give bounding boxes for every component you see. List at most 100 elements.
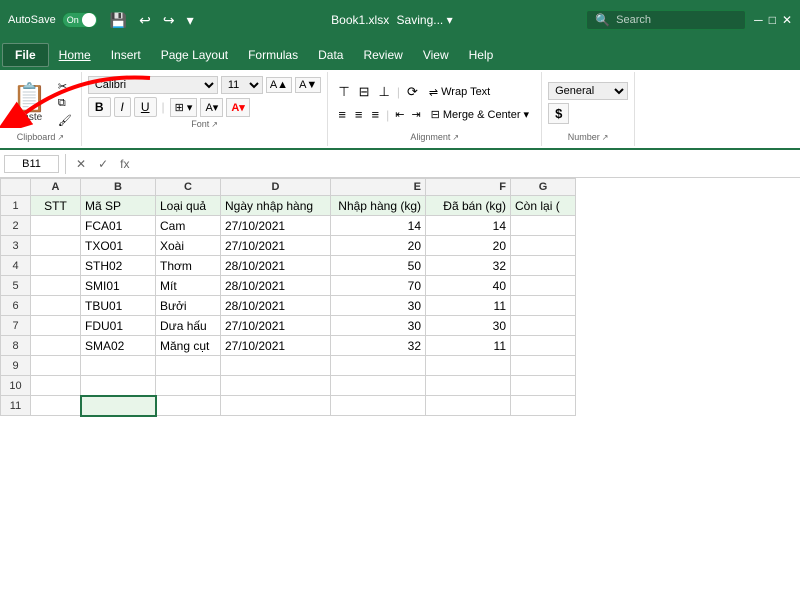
cell-r9-c1[interactable] xyxy=(31,356,81,376)
row-header-6[interactable]: 6 xyxy=(1,296,31,316)
cell-r1-c3[interactable]: Loại quả xyxy=(156,196,221,216)
cancel-formula-icon[interactable]: ✕ xyxy=(72,155,90,173)
indent-increase-button[interactable]: ⇥ xyxy=(408,107,423,122)
number-expand-icon[interactable]: ↗ xyxy=(602,133,609,142)
cell-r3-c4[interactable]: 27/10/2021 xyxy=(221,236,331,256)
search-box[interactable]: 🔍 xyxy=(586,10,746,30)
cell-r7-c4[interactable]: 27/10/2021 xyxy=(221,316,331,336)
merge-center-button[interactable]: ⊟ Merge & Center ▾ xyxy=(425,106,535,123)
cell-r2-c2[interactable]: FCA01 xyxy=(81,216,156,236)
close-icon[interactable]: ✕ xyxy=(782,13,792,27)
align-middle-button[interactable]: ⊟ xyxy=(355,82,374,102)
number-format-select[interactable]: General xyxy=(548,82,628,100)
align-top-button[interactable]: ⊤ xyxy=(334,82,353,102)
cell-r5-c4[interactable]: 28/10/2021 xyxy=(221,276,331,296)
menu-view[interactable]: View xyxy=(413,44,459,66)
cell-r11-c1[interactable] xyxy=(31,396,81,416)
cell-r2-c7[interactable] xyxy=(511,216,576,236)
font-family-select[interactable]: Calibri xyxy=(88,76,218,94)
cell-r9-c4[interactable] xyxy=(221,356,331,376)
menu-file[interactable]: File xyxy=(2,43,49,67)
cell-r7-c3[interactable]: Dưa hấu xyxy=(156,316,221,336)
cell-r1-c4[interactable]: Ngày nhập hàng xyxy=(221,196,331,216)
cell-r8-c3[interactable]: Măng cụt xyxy=(156,336,221,356)
border-button[interactable]: ⊞ ▾ xyxy=(170,98,198,117)
fill-color-button[interactable]: A▾ xyxy=(200,98,223,117)
row-header-2[interactable]: 2 xyxy=(1,216,31,236)
cell-r7-c1[interactable] xyxy=(31,316,81,336)
cell-r8-c2[interactable]: SMA02 xyxy=(81,336,156,356)
copy-button[interactable]: ⧉ xyxy=(55,96,75,111)
menu-data[interactable]: Data xyxy=(308,44,353,66)
cut-button[interactable]: ✂ xyxy=(55,79,75,94)
cell-r2-c6[interactable]: 14 xyxy=(426,216,511,236)
cell-r9-c7[interactable] xyxy=(511,356,576,376)
cell-r10-c1[interactable] xyxy=(31,376,81,396)
underline-button[interactable]: U xyxy=(134,97,157,117)
redo-icon[interactable]: ↪ xyxy=(159,10,179,31)
cell-r1-c1[interactable]: STT xyxy=(31,196,81,216)
cell-r8-c6[interactable]: 11 xyxy=(426,336,511,356)
cell-r9-c2[interactable] xyxy=(81,356,156,376)
menu-insert[interactable]: Insert xyxy=(101,44,151,66)
cell-r8-c7[interactable] xyxy=(511,336,576,356)
cell-r3-c5[interactable]: 20 xyxy=(331,236,426,256)
insert-function-icon[interactable]: fx xyxy=(116,155,133,173)
align-left-button[interactable]: ≡ xyxy=(334,105,350,124)
cell-r9-c6[interactable] xyxy=(426,356,511,376)
cell-r4-c2[interactable]: STH02 xyxy=(81,256,156,276)
cell-r1-c7[interactable]: Còn lại ( xyxy=(511,196,576,216)
cell-r6-c7[interactable] xyxy=(511,296,576,316)
col-header-g[interactable]: G xyxy=(511,179,576,196)
italic-button[interactable]: I xyxy=(114,97,131,117)
cell-r7-c2[interactable]: FDU01 xyxy=(81,316,156,336)
cell-r8-c5[interactable]: 32 xyxy=(331,336,426,356)
indent-decrease-button[interactable]: ⇤ xyxy=(392,107,407,122)
menu-formulas[interactable]: Formulas xyxy=(238,44,308,66)
cell-r11-c6[interactable] xyxy=(426,396,511,416)
cell-r6-c2[interactable]: TBU01 xyxy=(81,296,156,316)
cell-r1-c5[interactable]: Nhập hàng (kg) xyxy=(331,196,426,216)
cell-r2-c5[interactable]: 14 xyxy=(331,216,426,236)
cell-r6-c4[interactable]: 28/10/2021 xyxy=(221,296,331,316)
cell-r5-c2[interactable]: SMI01 xyxy=(81,276,156,296)
cell-r4-c3[interactable]: Thơm xyxy=(156,256,221,276)
cell-r10-c2[interactable] xyxy=(81,376,156,396)
alignment-expand-icon[interactable]: ↗ xyxy=(452,133,459,142)
font-size-select[interactable]: 11 xyxy=(221,76,263,94)
row-header-4[interactable]: 4 xyxy=(1,256,31,276)
col-header-b[interactable]: B xyxy=(81,179,156,196)
clipboard-expand-icon[interactable]: ↗ xyxy=(57,133,64,142)
row-header-8[interactable]: 8 xyxy=(1,336,31,356)
cell-r6-c1[interactable] xyxy=(31,296,81,316)
col-header-d[interactable]: D xyxy=(221,179,331,196)
cell-r2-c4[interactable]: 27/10/2021 xyxy=(221,216,331,236)
cell-r7-c7[interactable] xyxy=(511,316,576,336)
font-color-button[interactable]: A▾ xyxy=(226,98,249,117)
undo-icon[interactable]: ↩ xyxy=(135,10,155,31)
minimize-icon[interactable]: ─ xyxy=(754,13,763,27)
menu-home[interactable]: Home xyxy=(49,44,101,66)
restore-icon[interactable]: □ xyxy=(769,13,776,27)
cell-r10-c7[interactable] xyxy=(511,376,576,396)
currency-button[interactable]: $ xyxy=(548,103,569,124)
autosave-toggle[interactable]: On xyxy=(62,12,98,28)
formula-input[interactable] xyxy=(137,155,796,173)
cell-r6-c6[interactable]: 11 xyxy=(426,296,511,316)
menu-help[interactable]: Help xyxy=(459,44,504,66)
cell-r4-c4[interactable]: 28/10/2021 xyxy=(221,256,331,276)
col-header-c[interactable]: C xyxy=(156,179,221,196)
cell-r5-c7[interactable] xyxy=(511,276,576,296)
menu-page-layout[interactable]: Page Layout xyxy=(151,44,238,66)
cell-r3-c6[interactable]: 20 xyxy=(426,236,511,256)
cell-r8-c4[interactable]: 27/10/2021 xyxy=(221,336,331,356)
row-header-5[interactable]: 5 xyxy=(1,276,31,296)
cell-reference-input[interactable] xyxy=(4,155,59,173)
cell-r11-c4[interactable] xyxy=(221,396,331,416)
font-size-increase[interactable]: A▲ xyxy=(266,77,292,93)
cell-r10-c6[interactable] xyxy=(426,376,511,396)
row-header-3[interactable]: 3 xyxy=(1,236,31,256)
row-header-10[interactable]: 10 xyxy=(1,376,31,396)
menu-review[interactable]: Review xyxy=(353,44,412,66)
bold-button[interactable]: B xyxy=(88,97,111,117)
